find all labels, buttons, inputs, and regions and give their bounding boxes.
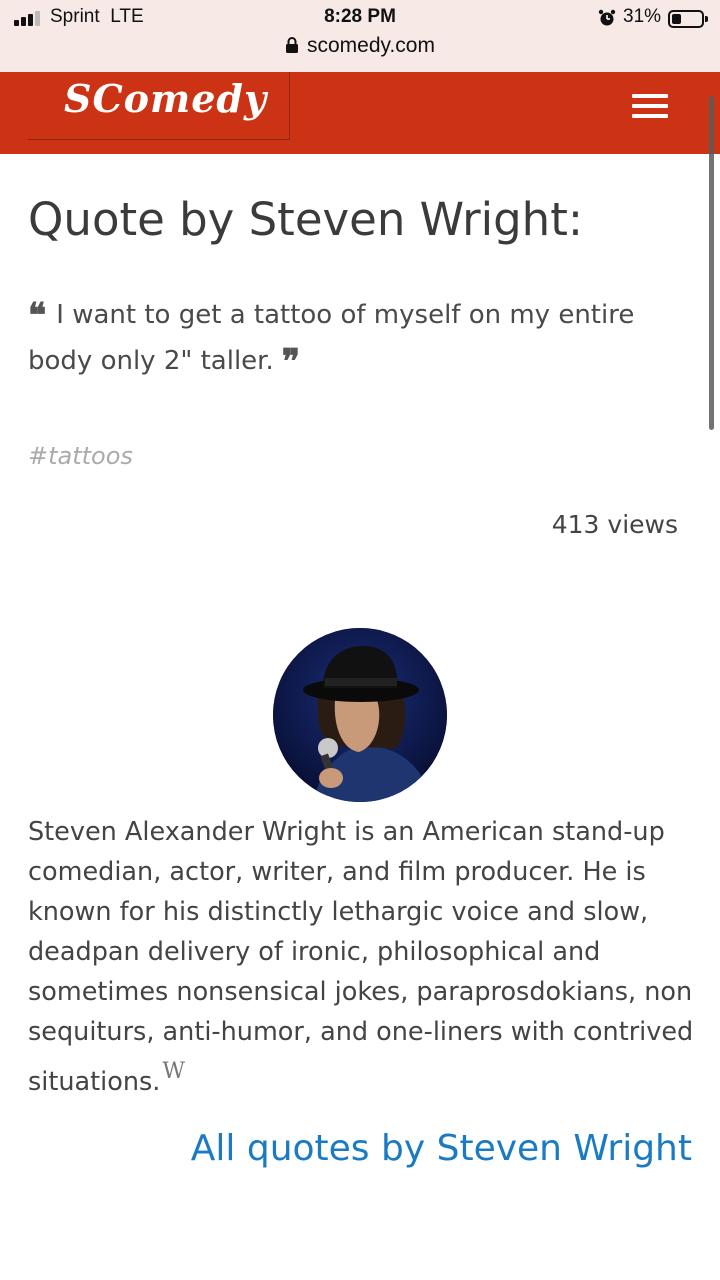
author-avatar [273, 628, 447, 802]
address-bar[interactable]: scomedy.com [0, 34, 720, 58]
quote-block: ❝ I want to get a tattoo of myself on my … [28, 293, 678, 385]
hamburger-menu-icon[interactable] [630, 92, 670, 120]
page-title: Quote by Steven Wright: [28, 193, 584, 246]
url-text: scomedy.com [307, 34, 435, 57]
alarm-icon [598, 9, 616, 26]
page-scrollbar[interactable] [709, 96, 714, 430]
all-quotes-link[interactable]: All quotes by Steven Wright [191, 1128, 692, 1169]
open-quote-icon: ❝ [28, 296, 47, 336]
status-bar: Sprint LTE 8:28 PM 31% scomedy.com [0, 0, 720, 72]
author-bio: Steven Alexander Wright is an American s… [28, 812, 698, 1102]
close-quote-icon: ❞ [281, 342, 301, 382]
bio-text: Steven Alexander Wright is an American s… [28, 817, 694, 1097]
logo-link[interactable]: SComedy [28, 72, 290, 140]
battery-icon [668, 10, 708, 28]
tag-link-tattoos[interactable]: #tattoos [28, 442, 133, 470]
view-count: 413 views [551, 510, 678, 539]
site-header: SComedy [0, 72, 720, 154]
quote-text: I want to get a tattoo of myself on my e… [28, 300, 635, 376]
battery-percentage: 31% [623, 6, 662, 27]
site-logo: SComedy [64, 76, 268, 121]
wikipedia-icon[interactable]: W [162, 1059, 185, 1084]
lock-icon [286, 37, 298, 53]
